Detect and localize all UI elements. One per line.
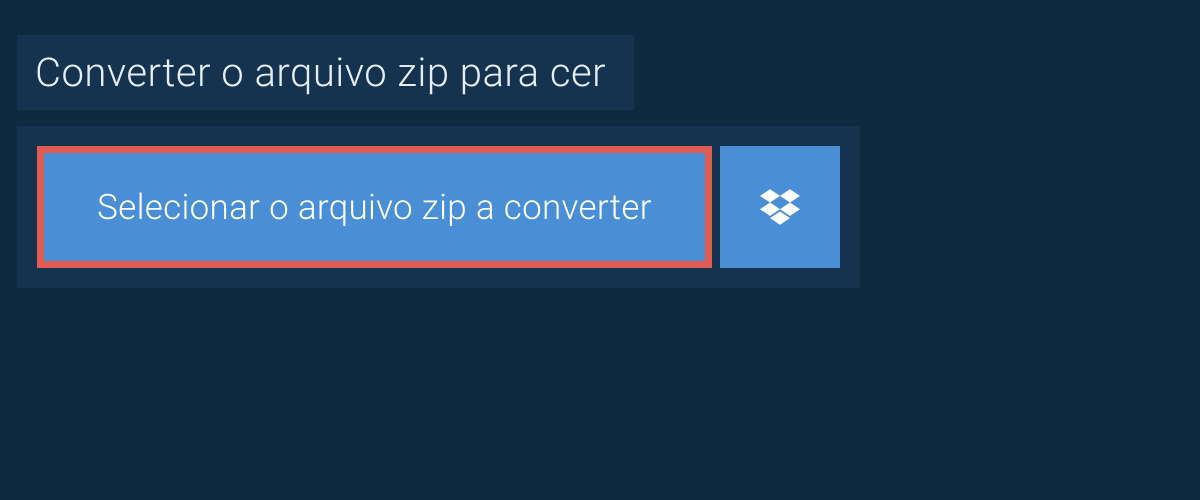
select-file-button-label: Selecionar o arquivo zip a converter [97, 187, 652, 228]
select-file-button[interactable]: Selecionar o arquivo zip a converter [37, 146, 712, 268]
header-bar: Converter o arquivo zip para cer [17, 35, 634, 110]
dropbox-button[interactable] [720, 146, 840, 268]
page-title: Converter o arquivo zip para cer [35, 49, 606, 96]
dropbox-icon [760, 187, 800, 227]
main-panel: Selecionar o arquivo zip a converter [17, 126, 860, 288]
